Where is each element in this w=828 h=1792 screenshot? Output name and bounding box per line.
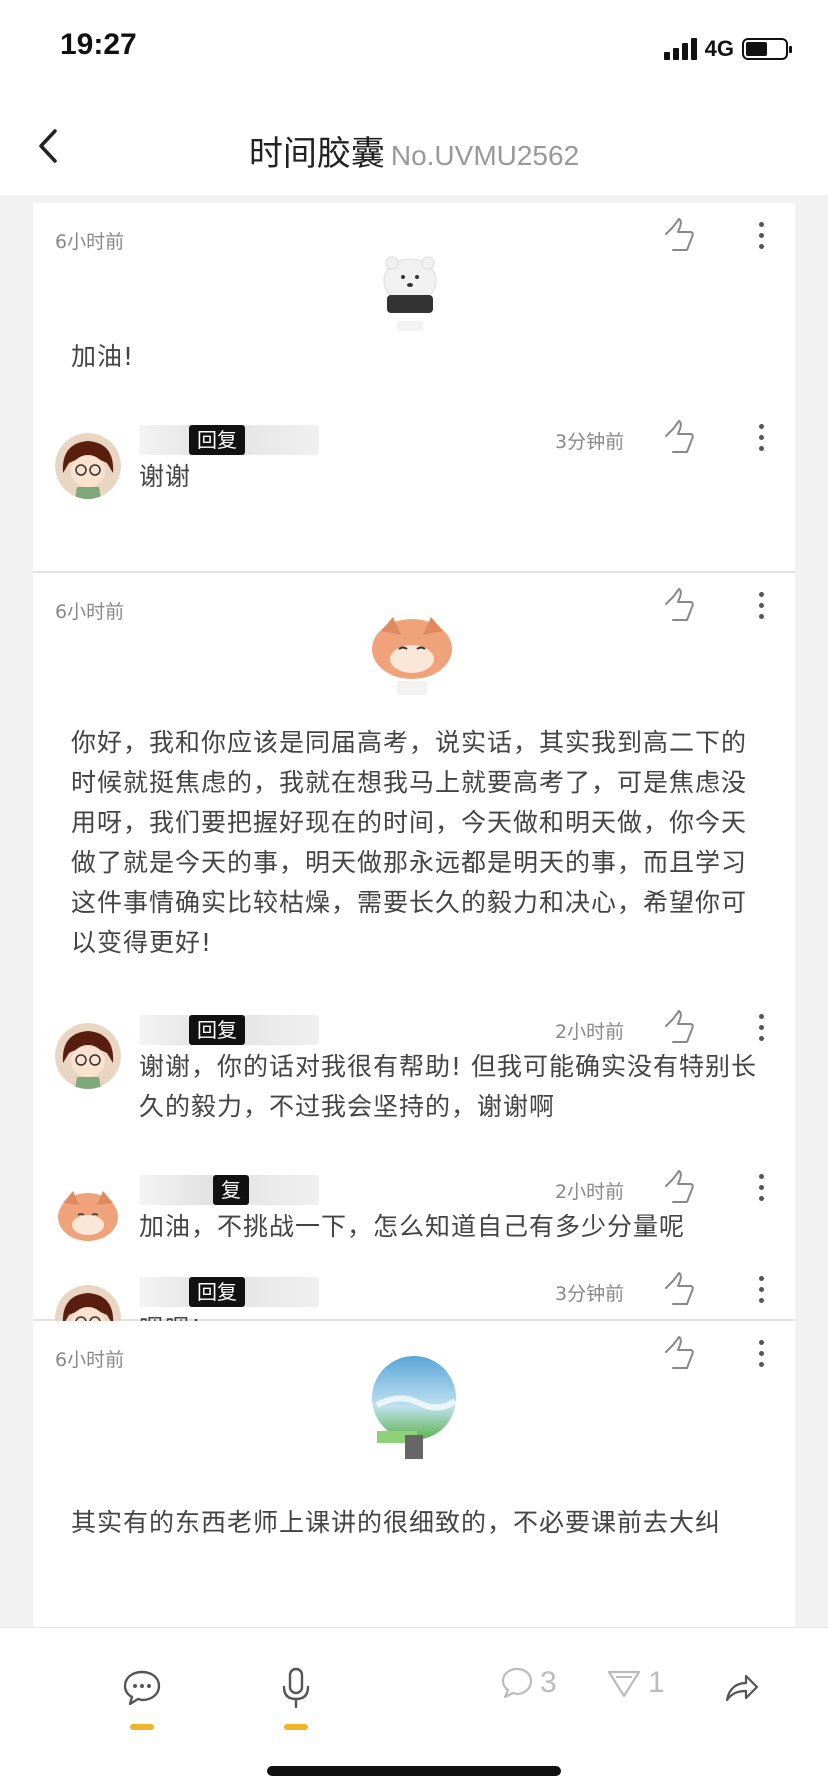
comment-button[interactable] xyxy=(112,1658,172,1718)
reply-tag: 回复 xyxy=(189,1015,245,1045)
fox-avatar-icon xyxy=(372,617,452,695)
thumb-up-icon xyxy=(665,420,694,453)
capsule-code: No.UVMU2562 xyxy=(390,140,580,171)
reply-text: 加油，不挑战一下，怎么知道自己有多少分量呢 xyxy=(139,1212,686,1241)
comment-count: 3 xyxy=(540,1666,557,1699)
signal-icon xyxy=(663,38,697,60)
like-button[interactable] xyxy=(661,1271,697,1307)
reply-time: 2小时前 xyxy=(555,1021,625,1043)
more-options-button[interactable] xyxy=(749,1335,773,1371)
more-options-button[interactable] xyxy=(749,419,773,455)
voice-tab-indicator xyxy=(284,1724,308,1730)
reply-text: 谢谢 xyxy=(139,462,192,491)
network-type: 4G xyxy=(704,36,734,61)
comment-feed[interactable]: 6小时前 加油! 回复 3分钟前 谢谢 6小时前 你好，我和你应该是同届高考，说… xyxy=(33,203,795,1627)
status-time: 19:27 xyxy=(60,28,137,61)
post-card: 6小时前 加油! 回复 3分钟前 谢谢 xyxy=(33,203,795,573)
like-count: 1 xyxy=(648,1666,665,1699)
more-options-button[interactable] xyxy=(749,1009,773,1045)
thumb-up-icon xyxy=(665,218,694,251)
status-bar: 19:27 4G xyxy=(0,0,828,100)
reply-tag: 回复 xyxy=(189,1277,245,1307)
reply-item: 回复 3分钟前 嗯嗯! xyxy=(33,1272,795,1351)
fox-avatar-icon[interactable] xyxy=(55,1183,121,1249)
reply-item: 回复 2小时前 谢谢，你的话对我很有帮助! 但我可能确实没有特别长久的毅力，不过… xyxy=(33,1003,795,1153)
avatar xyxy=(375,243,445,333)
like-button[interactable] xyxy=(661,1169,697,1205)
reply-time: 3分钟前 xyxy=(555,431,625,453)
reply-tag: 回复 xyxy=(189,425,245,455)
home-indicator xyxy=(267,1766,561,1776)
like-button[interactable] xyxy=(661,587,697,623)
thumb-up-icon xyxy=(665,1170,694,1203)
like-button[interactable] xyxy=(661,419,697,455)
post-card: 6小时前 其实有的东西老师上课讲的很细致的，不必要课前去大纠 xyxy=(33,1321,795,1621)
post-card: 6小时前 你好，我和你应该是同届高考，说实话，其实我到高二下的时候就挺焦虑的，我… xyxy=(33,573,795,1351)
post-text: 你好，我和你应该是同届高考，说实话，其实我到高二下的时候就挺焦虑的，我就在想我马… xyxy=(71,728,748,957)
like-count-button[interactable]: 1 xyxy=(606,1666,665,1700)
page-title: 时间胶囊 No.UVMU2562 xyxy=(0,126,828,175)
post-text: 其实有的东西老师上课讲的很细致的，不必要课前去大纠 xyxy=(71,1508,722,1537)
thumb-up-icon xyxy=(665,1010,694,1043)
post-text: 加油! xyxy=(71,342,135,371)
chat-bubble-icon xyxy=(123,1670,161,1706)
thumb-up-icon xyxy=(665,1336,694,1369)
polar-bear-avatar-icon xyxy=(383,256,437,331)
avatar xyxy=(369,1353,459,1463)
more-options-button[interactable] xyxy=(749,217,773,253)
share-arrow-icon xyxy=(725,1674,759,1702)
sky-globe-avatar-icon xyxy=(372,1356,457,1459)
comment-count-button[interactable]: 3 xyxy=(500,1666,557,1700)
thumb-up-icon xyxy=(665,588,694,621)
post-time: 6小时前 xyxy=(55,1349,125,1371)
nav-bar: 时间胶囊 No.UVMU2562 xyxy=(0,100,828,195)
battery-icon xyxy=(742,38,792,60)
voice-button[interactable] xyxy=(266,1658,326,1718)
speech-bubble-icon xyxy=(501,1667,533,1699)
share-button[interactable] xyxy=(712,1658,772,1718)
microphone-icon xyxy=(282,1667,310,1709)
like-button[interactable] xyxy=(661,1009,697,1045)
more-options-button[interactable] xyxy=(749,587,773,623)
heart-outline-icon xyxy=(607,1670,641,1698)
reply-item: 复 2小时前 加油，不挑战一下，怎么知道自己有多少分量呢 xyxy=(33,1163,795,1273)
post-time: 6小时前 xyxy=(55,231,125,253)
status-icons: 4G xyxy=(663,36,792,62)
like-button[interactable] xyxy=(661,217,697,253)
battery-level xyxy=(746,42,767,56)
post-time: 6小时前 xyxy=(55,601,125,623)
more-options-button[interactable] xyxy=(749,1169,773,1205)
comment-tab-indicator xyxy=(130,1724,154,1730)
avatar xyxy=(367,609,457,699)
page-title-text: 时间胶囊 xyxy=(248,134,385,174)
like-button[interactable] xyxy=(661,1335,697,1371)
reply-time: 3分钟前 xyxy=(555,1283,625,1305)
reply-tag: 复 xyxy=(213,1175,249,1205)
reply-item: 回复 3分钟前 谢谢 xyxy=(33,413,795,563)
reply-time: 2小时前 xyxy=(555,1181,625,1203)
thumb-up-icon xyxy=(665,1272,694,1305)
reply-text: 谢谢，你的话对我很有帮助! 但我可能确实没有特别长久的毅力，不过我会坚持的，谢谢… xyxy=(139,1052,757,1121)
more-options-button[interactable] xyxy=(749,1271,773,1307)
girl-glasses-avatar-icon[interactable] xyxy=(55,1023,121,1089)
girl-glasses-avatar-icon[interactable] xyxy=(55,433,121,499)
